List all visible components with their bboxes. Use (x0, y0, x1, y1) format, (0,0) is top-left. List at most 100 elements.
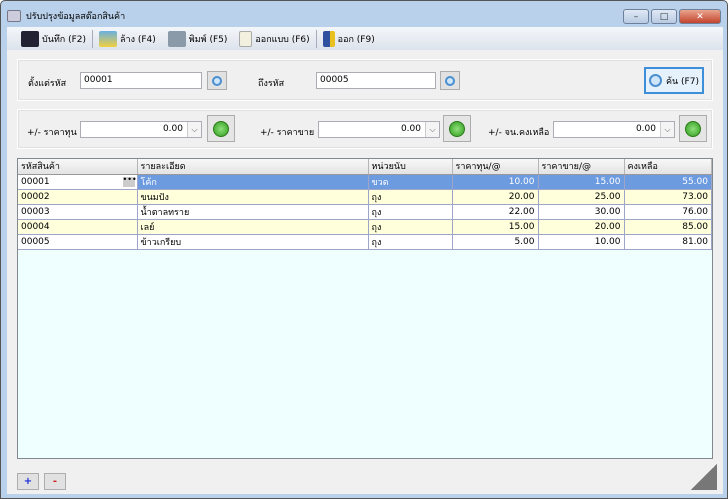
cell-price[interactable]: 20.00 (538, 219, 625, 235)
cost-value: 20.00 (508, 191, 535, 202)
remaining-value: 81.00 (682, 236, 708, 247)
cell-cost[interactable]: 15.00 (452, 219, 539, 235)
cell-description[interactable]: น้ำตาลทราย (137, 204, 369, 220)
column-header-description[interactable]: รายละเอียด (137, 159, 369, 175)
save-icon (21, 30, 39, 47)
cell-price[interactable]: 10.00 (538, 234, 625, 250)
cell-remaining[interactable]: 81.00 (624, 234, 712, 250)
save-button[interactable]: บันทึก (F2) (15, 28, 92, 49)
price-value: 10.00 (594, 236, 621, 247)
search-icon (649, 74, 663, 87)
column-header-unit[interactable]: หน่วยนับ (368, 159, 453, 175)
cell-price[interactable]: 25.00 (538, 189, 625, 205)
cell-description[interactable]: เลย์ (137, 219, 369, 235)
to-code-input[interactable]: 00005 (316, 72, 436, 89)
cell-code[interactable]: 00004 (18, 219, 138, 235)
cost-value: 10.00 (508, 176, 535, 187)
cell-code[interactable]: 00005 (18, 234, 138, 250)
window-title: ปรับปรุงข้อมูลสต๊อกสินค้า (26, 12, 126, 22)
cell-unit[interactable]: ถุง (368, 189, 453, 205)
exit-label: ออก (F9) (337, 34, 375, 45)
search-icon (212, 75, 222, 86)
cell-remaining[interactable]: 55.00 (624, 174, 712, 190)
resize-grip[interactable] (691, 464, 717, 490)
cell-unit[interactable]: ถุง (368, 204, 453, 220)
cell-price[interactable]: 30.00 (538, 204, 625, 220)
search-panel: ตั้งแต่รหัส 00001 ถึงรหัส 00005 ค้น (F7) (17, 59, 713, 101)
add-row-button[interactable]: + (17, 473, 39, 490)
cell-code[interactable]: 00001 ••• (18, 174, 138, 190)
price-adjust-value: 0.00 (400, 124, 421, 134)
search-button-label: ค้น (F7) (666, 76, 699, 87)
exit-icon (322, 30, 335, 47)
code-value: 00004 (21, 221, 50, 232)
remaining-value: 73.00 (682, 191, 708, 202)
stock-grid[interactable]: รหัสสินค้า รายละเอียด หน่วยนับ ราคาทุน/@… (17, 158, 713, 459)
column-header-code[interactable]: รหัสสินค้า (18, 159, 138, 175)
table-row[interactable]: 00002 ขนมปัง ถุง 20.00 25.00 73.00 (18, 189, 712, 205)
minimize-button[interactable]: – (623, 9, 649, 24)
cell-unit[interactable]: ถุง (368, 219, 453, 235)
cost-adjust-input[interactable]: 0.00 ⌵ (80, 121, 202, 138)
table-row[interactable]: 00005 ข้าวเกรียบ ถุง 5.00 10.00 81.00 (18, 234, 712, 250)
cell-cost[interactable]: 5.00 (452, 234, 539, 250)
from-code-label: ตั้งแต่รหัส (28, 79, 67, 89)
search-button[interactable]: ค้น (F7) (644, 67, 704, 94)
qty-calc-button[interactable] (679, 115, 707, 142)
chevron-down-icon[interactable]: ⌵ (660, 122, 674, 137)
cell-cost[interactable]: 10.00 (452, 174, 539, 190)
cell-price[interactable]: 15.00 (538, 174, 625, 190)
from-code-input[interactable]: 00001 (80, 72, 202, 89)
cell-description[interactable]: ข้าวเกรียบ (137, 234, 369, 250)
to-code-lookup-button[interactable] (440, 71, 460, 90)
column-header-remaining[interactable]: คงเหลือ (624, 159, 712, 175)
description-value: โค้ก (140, 177, 157, 188)
cell-cost[interactable]: 20.00 (452, 189, 539, 205)
column-header-cost[interactable]: ราคาทุน/@ (452, 159, 539, 175)
cell-unit[interactable]: ถุง (368, 234, 453, 250)
remaining-value: 55.00 (682, 176, 708, 187)
price-adjust-input[interactable]: 0.00 ⌵ (318, 121, 440, 138)
cost-calc-button[interactable] (207, 115, 235, 142)
chevron-down-icon[interactable]: ⌵ (187, 122, 201, 137)
maximize-button[interactable]: □ (651, 9, 677, 24)
qty-adjust-input[interactable]: 0.00 ⌵ (553, 121, 675, 138)
print-button[interactable]: พิมพ์ (F5) (162, 28, 234, 49)
table-row[interactable]: 00001 ••• โค้ก ขวด 10.00 15.00 55.00 (18, 174, 712, 190)
unit-value: ถุง (371, 237, 382, 248)
price-value: 15.00 (594, 176, 621, 187)
cell-unit[interactable]: ขวด (368, 174, 453, 190)
clear-label: ล้าง (F4) (120, 34, 156, 45)
cost-adjust-value: 0.00 (162, 124, 183, 134)
design-button[interactable]: ออกแบบ (F6) (233, 28, 315, 49)
price-calc-button[interactable] (443, 115, 471, 142)
ellipsis-button[interactable]: ••• (122, 175, 136, 187)
table-row[interactable]: 00003 น้ำตาลทราย ถุง 22.00 30.00 76.00 (18, 204, 712, 220)
chevron-down-icon[interactable]: ⌵ (425, 122, 439, 137)
column-header-price[interactable]: ราคาขาย/@ (538, 159, 625, 175)
cell-cost[interactable]: 22.00 (452, 204, 539, 220)
description-value: น้ำตาลทราย (140, 207, 190, 218)
cell-remaining[interactable]: 76.00 (624, 204, 712, 220)
description-value: ข้าวเกรียบ (140, 237, 182, 248)
cell-code[interactable]: 00002 (18, 189, 138, 205)
cell-remaining[interactable]: 73.00 (624, 189, 712, 205)
clear-button[interactable]: ล้าง (F4) (93, 28, 162, 49)
search-icon (445, 75, 455, 86)
cell-description[interactable]: ขนมปัง (137, 189, 369, 205)
cell-description[interactable]: โค้ก (137, 174, 369, 190)
close-button[interactable]: ✕ (679, 9, 721, 24)
cell-remaining[interactable]: 85.00 (624, 219, 712, 235)
from-code-lookup-button[interactable] (207, 71, 227, 90)
price-value: 20.00 (594, 221, 621, 232)
print-icon (167, 30, 186, 47)
cell-code[interactable]: 00003 (18, 204, 138, 220)
code-value: 00001 (21, 176, 50, 187)
table-row[interactable]: 00004 เลย์ ถุง 15.00 20.00 85.00 (18, 219, 712, 235)
remaining-value: 85.00 (682, 221, 708, 232)
remove-row-button[interactable]: - (44, 473, 66, 490)
calculator-icon (685, 120, 701, 137)
exit-button[interactable]: ออก (F9) (317, 28, 381, 49)
main-window: ปรับปรุงข้อมูลสต๊อกสินค้า – □ ✕ บันทึก (… (0, 0, 728, 499)
price-value: 25.00 (594, 191, 621, 202)
